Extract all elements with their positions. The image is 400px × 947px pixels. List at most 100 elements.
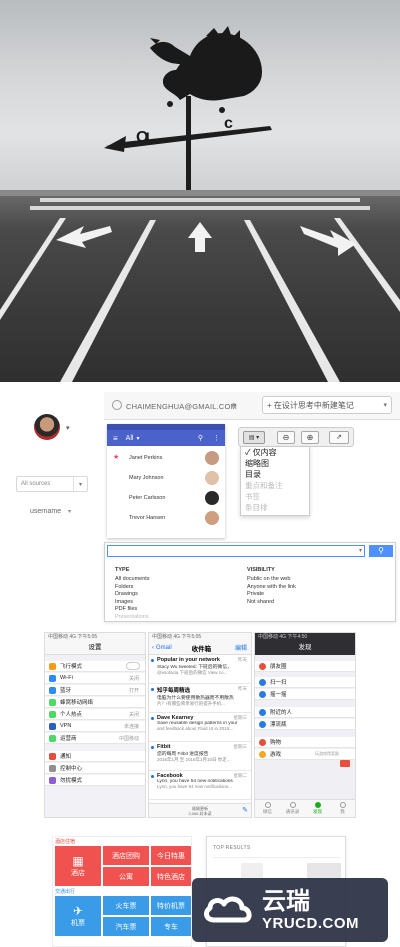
settings-row[interactable]: 个人热点 关闭	[45, 709, 145, 720]
settings-row-label: 个人热点	[60, 712, 83, 718]
today-special-tile[interactable]: 今日特惠	[151, 846, 191, 865]
mail-item[interactable]: 知乎每周精选 昨天 电脑为什么要使用散热器而不用散热 片？/有哪些简单易行的提升手机.…	[149, 684, 251, 713]
type-option[interactable]: Drawings	[115, 591, 150, 599]
wechat-tab[interactable]: 微信	[255, 800, 280, 817]
wechat-tab[interactable]: 通讯录	[280, 800, 305, 817]
watermark-text: 云瑞 YRUCD.COM	[262, 888, 359, 932]
mail-title: 收件箱	[191, 645, 212, 653]
android-search-icon[interactable]: ⚲	[198, 434, 203, 442]
settings-row-value: 中国移动	[118, 735, 139, 742]
settings-row[interactable]: 飞行模式	[45, 661, 145, 672]
settings-row[interactable]: 勿扰模式	[45, 775, 145, 786]
type-option[interactable]: PDF files	[115, 606, 150, 614]
zoom-out-icon[interactable]: ⊖	[277, 431, 295, 444]
view-menu-item[interactable]: 书签	[241, 491, 309, 502]
game-thumbnail	[340, 760, 350, 767]
username-label[interactable]: username	[30, 508, 61, 515]
settings-row[interactable]: 控制中心	[45, 763, 145, 774]
settings-row[interactable]: VPN 未连接	[45, 721, 145, 732]
android-title-dropdown-icon[interactable]: ▾	[136, 435, 139, 442]
mail-edit-button[interactable]: 编辑	[235, 643, 247, 652]
settings-row-icon	[49, 674, 56, 682]
view-menu-item[interactable]: 缩略图	[241, 458, 309, 469]
settings-row[interactable]: 蓝牙 打开	[45, 685, 145, 696]
hotel-tile[interactable]: ▦ 酒店	[55, 846, 101, 886]
back-icon[interactable]: ‹	[152, 645, 154, 651]
type-option[interactable]: Images	[115, 599, 150, 607]
discover-row[interactable]: 购物	[255, 737, 355, 748]
visibility-list: Public on the web Anyone with the link Pri…	[247, 576, 296, 606]
share-icon[interactable]: ⇗	[329, 431, 349, 444]
settings-row-icon	[49, 722, 56, 730]
apartment-tile[interactable]: 公寓	[103, 867, 149, 886]
type-option[interactable]: All documents	[115, 576, 150, 584]
menu-icon[interactable]: ≡	[113, 434, 118, 443]
hotel-deals-tile[interactable]: 酒店团购	[103, 846, 149, 865]
search-input[interactable]	[107, 545, 365, 557]
avatar-dropdown-icon[interactable]: ▾	[66, 424, 70, 432]
contact-row[interactable]: Mary Johnson	[107, 470, 225, 488]
special-flight-tile[interactable]: 特价机票	[151, 896, 191, 915]
contact-row[interactable]: Trevor Hansen	[107, 510, 225, 528]
settings-row[interactable]: Wi-Fi 关闭	[45, 673, 145, 684]
view-menu-item[interactable]: 重点和备注	[241, 480, 309, 491]
type-option[interactable]: Presentations	[115, 614, 150, 622]
settings-row[interactable]: 蜂窝移动网络	[45, 697, 145, 708]
visibility-option[interactable]: Public on the web	[247, 576, 296, 584]
discover-row-icon	[259, 678, 266, 686]
android-contacts-card: ≡ All ▾ ⚲ ⋮ ★ Janet Perkins Mary Johnson Pe…	[107, 424, 225, 538]
discover-row-label: 购物	[270, 740, 282, 746]
mail-item[interactable]: Fitbit 星期三 您的每周 Fitbit 进度报告 2016年1月 至 2016年…	[149, 742, 251, 771]
search-options-icon[interactable]: ▾	[359, 547, 362, 554]
username-dropdown-icon[interactable]: ▾	[68, 508, 71, 515]
email-dropdown-icon[interactable]: ▾	[232, 401, 236, 409]
discover-row[interactable]: 游戏 玩游戏得奖励	[255, 749, 355, 760]
avatar[interactable]	[34, 414, 60, 440]
compose-icon[interactable]: ✎	[242, 806, 248, 814]
discover-row[interactable]: 扫一扫	[255, 677, 355, 688]
mail-back-button[interactable]: Gmail	[156, 645, 172, 651]
settings-row-label: 勿扰模式	[60, 778, 83, 784]
flight-tile[interactable]: ✈ 机票	[55, 896, 101, 936]
train-tile[interactable]: 火车票	[103, 896, 149, 915]
bus-tile[interactable]: 汽车票	[103, 917, 149, 936]
mail-date: 星期三	[233, 744, 248, 749]
status-bar: 中国移动 4G 下午5:05	[45, 633, 145, 641]
search-button[interactable]: ⚲	[369, 545, 393, 557]
mail-item[interactable]: Popular in your network 昨天 Stacy Wu tweete…	[149, 655, 251, 684]
discover-row-label: 摇一摇	[270, 692, 287, 698]
visibility-option[interactable]: Anyone with the link	[247, 584, 296, 592]
view-mode-button[interactable]: ▤ ▾	[243, 431, 265, 444]
contact-row[interactable]: ★ Janet Perkins	[107, 450, 225, 468]
type-option[interactable]: Folders	[115, 584, 150, 592]
car-tile[interactable]: 专车	[151, 917, 191, 936]
android-more-icon[interactable]: ⋮	[213, 434, 220, 442]
mail-item[interactable]: Facebook 星期二 Lynn, you have 54 new notific…	[149, 771, 251, 800]
special-hotel-tile[interactable]: 特色酒店	[151, 867, 191, 886]
contact-row[interactable]: Peter Carlsson	[107, 490, 225, 508]
settings-row[interactable]: 运营商 中国移动	[45, 733, 145, 744]
wechat-tab[interactable]: 发现	[305, 800, 330, 817]
discover-row[interactable]: 摇一摇	[255, 689, 355, 700]
view-menu-item[interactable]: ✓ 仅内容	[241, 447, 309, 458]
mail-item[interactable]: Dave Kearney 星期三 Save reusable design patt…	[149, 713, 251, 742]
airplane-mode-toggle[interactable]	[126, 662, 140, 670]
zoom-in-icon[interactable]: ⊕	[301, 431, 319, 444]
view-menu-item[interactable]: 目录	[241, 469, 309, 480]
settings-row[interactable]: 通知	[45, 751, 145, 762]
account-email[interactable]: CHAIMENGHUA@GMAIL.COM	[126, 402, 237, 411]
sources-select-value: All sources	[21, 481, 51, 487]
mail-preview: Lynn, you have 54 new notifications...	[157, 784, 232, 789]
ui-collage: ▾ All sources ▾ username ▾ CHAIMENGHUA@G…	[0, 382, 400, 628]
new-note-button[interactable]: + 在设计思考中新建笔记 ▾	[262, 396, 392, 414]
discover-row[interactable]: 朋友圈	[255, 661, 355, 672]
sources-select[interactable]: All sources ▾	[16, 476, 88, 492]
tab-label: 我	[340, 809, 345, 814]
view-menu-item[interactable]: 条目排	[241, 502, 309, 513]
discover-row[interactable]: 漂流瓶	[255, 719, 355, 730]
discover-row[interactable]: 附近的人	[255, 707, 355, 718]
wechat-tab[interactable]: 我	[330, 800, 355, 817]
visibility-option[interactable]: Private	[247, 591, 296, 599]
android-title[interactable]: All	[126, 435, 134, 442]
visibility-option[interactable]: Not shared	[247, 599, 296, 607]
